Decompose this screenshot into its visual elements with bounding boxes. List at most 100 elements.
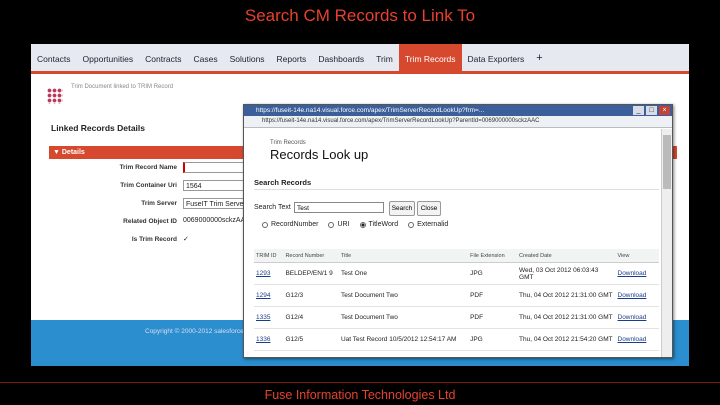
tab-dashboards[interactable]: Dashboards (312, 44, 370, 71)
download-link[interactable]: Download (615, 328, 659, 351)
field-row: Is Trim Record ✓ (49, 234, 269, 248)
trim-id-link[interactable]: 1293 (254, 262, 284, 285)
tab-trim[interactable]: Trim (370, 44, 399, 71)
tab-contacts[interactable]: Contacts (31, 44, 77, 71)
field-value: ✓ (183, 236, 189, 243)
radio-titleword[interactable]: TitleWord (359, 221, 399, 228)
table-row: 1293 BELDEP/EN/1 9 Test One JPG Wed, 03 Oct … (254, 262, 659, 285)
table-cell: PDF (468, 284, 518, 307)
linked-records-title: Linked Records Details (51, 123, 146, 133)
tab-trim-records[interactable]: Trim Records (398, 44, 462, 71)
divider (254, 189, 659, 190)
column-header: Created Date (517, 249, 616, 263)
column-header: Record Number (283, 249, 339, 263)
field-label: Trim Record Name (119, 164, 177, 171)
table-cell: Thu, 04 Oct 2012 21:54:34 GMT (517, 350, 616, 357)
download-link[interactable]: Download (615, 284, 659, 307)
trim-id-link[interactable]: 1336 (254, 328, 284, 351)
table-row: 1337G12/6Uat Test Record 10/5/2012 12:54… (254, 350, 659, 357)
table-cell: Uat Test Record 10/5/2012 12:54:17 AM (338, 328, 469, 351)
table-cell: G12/3 (283, 284, 339, 307)
table-cell: Thu, 04 Oct 2012 21:31:00 GMT (517, 306, 616, 329)
tab-bar: Contacts Opportunities Contracts Cases Solut… (31, 44, 689, 74)
tab-reports[interactable]: Reports (271, 44, 313, 71)
table-cell: JPG (468, 350, 518, 357)
tab-contracts[interactable]: Contracts (139, 44, 187, 71)
tab-opportunities[interactable]: Opportunities (77, 44, 140, 71)
radio-circle-icon[interactable] (262, 221, 268, 228)
table-row: 1336 G12/5 Uat Test Record 10/5/2012 12:54… (254, 328, 659, 351)
trim-id-link[interactable]: 1337 (254, 350, 284, 357)
tab-data-exporters[interactable]: Data Exporters (462, 44, 531, 71)
radio-recordnumber[interactable]: RecordNumber (262, 221, 318, 228)
column-header: File Extension (468, 249, 518, 263)
address-bar[interactable]: https://fuseit-14e.na14.visual.force.com… (244, 116, 672, 128)
search-button[interactable]: Search (389, 201, 415, 216)
scrollbar-thumb[interactable] (663, 135, 671, 189)
field-row: Related Object ID 0069000000sckzAAC (49, 216, 269, 230)
field-label: Related Object ID (123, 218, 177, 225)
table-cell: Thu, 04 Oct 2012 21:54:20 GMT (517, 328, 616, 351)
table-cell: Uat Test Record 10/5/2012 12:54:29 AM (338, 350, 469, 357)
field-value: 0069000000sckzAAC (183, 217, 251, 224)
page-banner: Trim Document linked to TRIM Record (41, 84, 271, 106)
table-cell: G12/5 (283, 328, 339, 351)
trim-id-link[interactable]: 1294 (254, 284, 284, 307)
field-row: Trim Record Name (49, 162, 283, 176)
download-link[interactable]: Download (615, 350, 659, 357)
radio-label: Externalid (417, 221, 449, 228)
table-cell: G12/6 (283, 350, 339, 357)
table-cell: Test One (338, 262, 469, 285)
radio-circle-icon[interactable] (359, 221, 366, 228)
column-header: Title (338, 249, 469, 263)
radio-label: RecordNumber (271, 221, 319, 228)
table-row: 1335 G12/4 Test Document Two PDF Thu, 04 Oct… (254, 306, 659, 329)
banner-subtitle: Trim Document linked to TRIM Record (71, 84, 174, 90)
slide-title: Search CM Records to Link To (244, 6, 476, 25)
search-mode-radios: RecordNumber URI TitleWord Externalid (262, 221, 448, 228)
footer-divider (0, 382, 720, 383)
app-logo-icon (47, 88, 63, 104)
add-tab-icon[interactable]: + (530, 52, 548, 64)
table-row: 1294 G12/3 Test Document Two PDF Thu, 04 Oct… (254, 284, 659, 307)
minimize-icon[interactable]: _ (633, 106, 644, 115)
close-icon[interactable]: × (659, 106, 670, 115)
close-button[interactable]: Close (417, 201, 441, 216)
lookup-popup-window: https://fuseit-14e.na14.visual.force.com… (243, 104, 673, 358)
search-records-heading: Search Records (254, 178, 312, 187)
field-row: Trim Server FuseIT Trim Server (49, 198, 283, 212)
popup-window-title: https://fuseit-14e.na14.visual.force.com… (256, 107, 485, 114)
table-cell: Test Document Two (338, 284, 469, 307)
popup-titlebar[interactable]: https://fuseit-14e.na14.visual.force.com… (244, 105, 672, 116)
vertical-scrollbar[interactable] (661, 129, 672, 357)
field-label: Is Trim Record (131, 236, 177, 243)
results-table: TRIM ID Record Number Title File Extension C… (254, 249, 659, 357)
popup-subtitle: Trim Records (270, 140, 306, 146)
column-header: TRIM ID (254, 249, 284, 263)
column-header: View (615, 249, 659, 263)
radio-label: URI (337, 221, 350, 228)
field-row: Trim Container Uri 1564 (49, 180, 283, 194)
trim-id-link[interactable]: 1335 (254, 306, 284, 329)
field-label: Trim Container Uri (120, 182, 177, 189)
download-link[interactable]: Download (615, 262, 659, 285)
table-cell: JPG (468, 262, 518, 285)
radio-circle-icon[interactable] (328, 221, 335, 228)
maximize-icon[interactable]: □ (646, 106, 657, 115)
search-text-label: Search Text (254, 204, 291, 211)
table-cell: JPG (468, 328, 518, 351)
field-label: Trim Server (141, 200, 177, 207)
tab-cases[interactable]: Cases (187, 44, 223, 71)
popup-title: Records Look up (270, 147, 369, 162)
tab-solutions[interactable]: Solutions (224, 44, 271, 71)
download-link[interactable]: Download (615, 306, 659, 329)
radio-label: TitleWord (368, 221, 399, 228)
radio-externalid[interactable]: Externalid (408, 221, 448, 228)
search-input[interactable]: Test (294, 202, 384, 213)
table-cell: BELDEP/EN/1 9 (283, 262, 339, 285)
radio-uri[interactable]: URI (328, 221, 350, 228)
table-cell: Wed, 03 Oct 2012 06:03:43 GMT (517, 262, 616, 285)
table-cell: PDF (468, 306, 518, 329)
radio-circle-icon[interactable] (408, 221, 415, 228)
copyright-text: Copyright © 2000-2012 salesforce (145, 328, 244, 335)
